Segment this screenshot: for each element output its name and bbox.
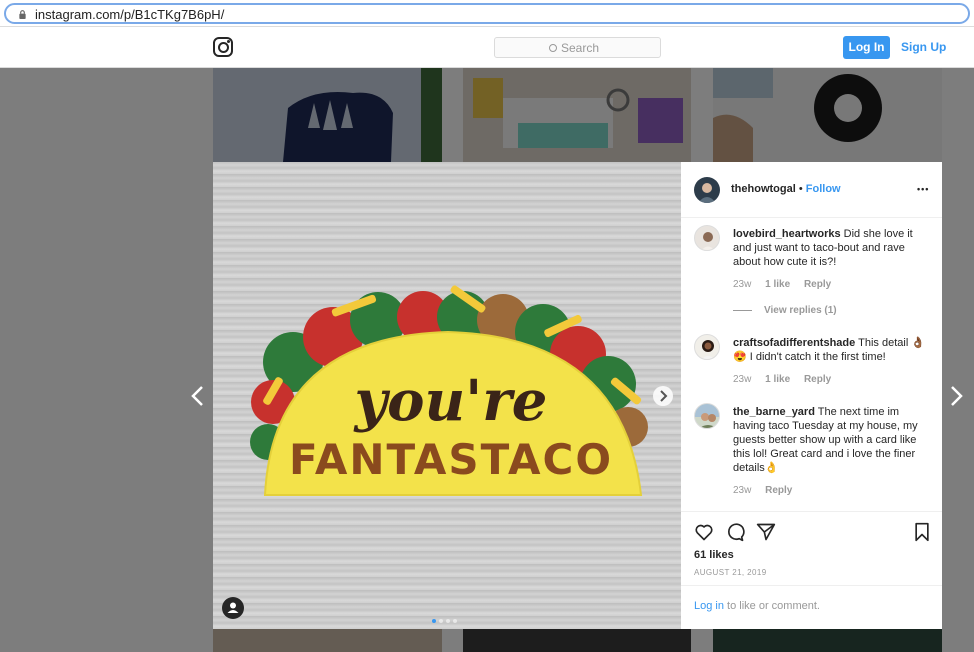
commenter-avatar[interactable] — [694, 334, 720, 360]
carousel-dot — [446, 619, 450, 623]
author-avatar[interactable] — [694, 177, 720, 203]
comment-meta: 23w 1 like Reply — [733, 374, 842, 385]
carousel-dot — [453, 619, 457, 623]
post-header: thehowtogal • Follow ••• — [681, 162, 942, 218]
post-image: you're FANTASTACO — [213, 162, 682, 629]
search-input[interactable]: Search — [494, 37, 661, 58]
post-date[interactable]: AUGUST 21, 2019 — [694, 568, 767, 577]
comment-meta: 23w 1 like Reply — [733, 279, 842, 290]
comment-meta: 23w Reply — [733, 485, 803, 496]
view-replies-button[interactable]: View replies (1) — [733, 305, 837, 316]
view-replies-label: View replies (1) — [764, 305, 837, 316]
instagram-logo-icon[interactable] — [213, 37, 233, 57]
header-separator: • — [798, 183, 803, 195]
heart-icon[interactable] — [694, 522, 714, 542]
comment-like-count[interactable]: 1 like — [765, 374, 790, 385]
commenter-avatar[interactable] — [694, 403, 720, 429]
card-headline-script: you're — [353, 368, 548, 434]
carousel-dot — [439, 619, 443, 623]
more-options-icon[interactable]: ••• — [917, 184, 929, 194]
lock-icon — [19, 10, 26, 19]
browser-url-bar: instagram.com/p/B1cTKg7B6pH/ — [0, 0, 974, 27]
user-tag-icon[interactable] — [222, 597, 244, 619]
reply-button[interactable]: Reply — [804, 279, 831, 290]
comment-text: craftsofadifferentshade This detail 👌🏾 😍… — [733, 336, 933, 364]
comment-icon[interactable] — [725, 522, 745, 542]
card-headline-block: FANTASTACO — [289, 435, 613, 484]
share-icon[interactable] — [756, 522, 776, 542]
comment-text: the_barne_yard The next time im having t… — [733, 405, 933, 475]
chevron-right-icon[interactable] — [950, 385, 964, 407]
bookmark-icon[interactable] — [912, 522, 932, 542]
follow-button[interactable]: Follow — [806, 183, 841, 195]
chevron-right-icon — [660, 390, 668, 402]
like-count[interactable]: 61 likes — [694, 549, 734, 561]
comment-age[interactable]: 23w — [733, 279, 751, 290]
comment-age[interactable]: 23w — [733, 374, 751, 385]
login-prompt-text: to like or comment. — [723, 600, 820, 612]
reply-button[interactable]: Reply — [765, 485, 792, 496]
search-icon — [549, 44, 557, 52]
taco-card-illustration: you're FANTASTACO — [250, 285, 648, 496]
comment-username[interactable]: craftsofadifferentshade — [733, 337, 855, 349]
comment-text: lovebird_heartworks Did she love it and … — [733, 227, 933, 269]
login-prompt: Log in to like or comment. — [681, 585, 942, 630]
signup-link[interactable]: Sign Up — [901, 40, 946, 54]
post-actions: 61 likes AUGUST 21, 2019 Log in to like … — [681, 511, 942, 629]
address-bar[interactable]: instagram.com/p/B1cTKg7B6pH/ — [4, 3, 970, 24]
comment-username[interactable]: the_barne_yard — [733, 406, 815, 418]
commenter-avatar[interactable] — [694, 225, 720, 251]
address-text: instagram.com/p/B1cTKg7B6pH/ — [35, 7, 225, 22]
login-button[interactable]: Log In — [843, 36, 890, 59]
carousel-indicator — [432, 612, 460, 626]
carousel-dot — [432, 619, 436, 623]
search-placeholder: Search — [549, 41, 599, 55]
author-username[interactable]: thehowtogal — [731, 183, 796, 195]
chevron-left-icon[interactable] — [190, 385, 204, 407]
instagram-header: Search Log In Sign Up — [0, 27, 974, 68]
comment-like-count[interactable]: 1 like — [765, 279, 790, 290]
carousel-next-button[interactable] — [653, 386, 673, 406]
comment-username[interactable]: lovebird_heartworks — [733, 228, 841, 240]
comment-age[interactable]: 23w — [733, 485, 751, 496]
login-link[interactable]: Log in — [694, 600, 724, 612]
reply-button[interactable]: Reply — [804, 374, 831, 385]
view-replies-line — [733, 309, 752, 311]
post-side-panel: thehowtogal • Follow ••• lovebird_heartw… — [681, 162, 942, 629]
